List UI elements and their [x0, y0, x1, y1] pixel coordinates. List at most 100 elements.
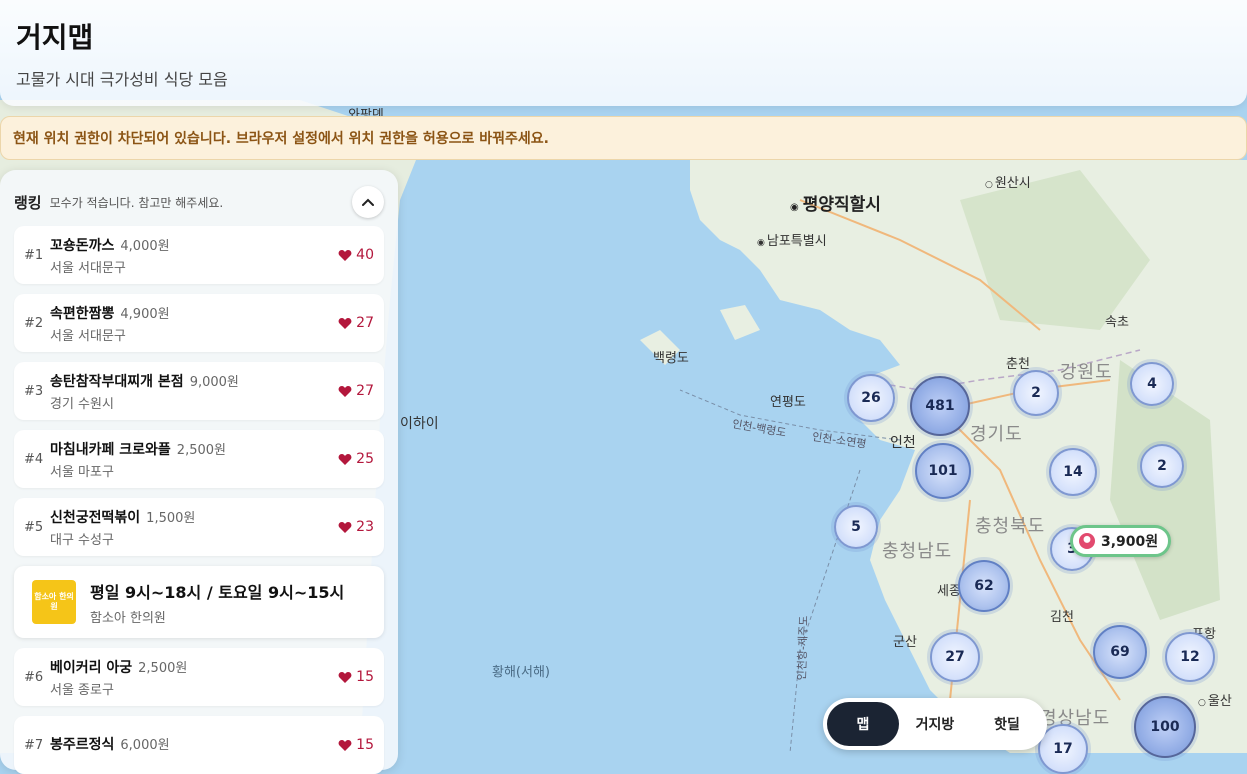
- restaurant-location: 서울 종로구: [50, 682, 114, 698]
- map-label-pyongyang: ◉ 평양직할시: [790, 195, 881, 215]
- restaurant-location: 대구 수성구: [50, 532, 114, 548]
- restaurant-name: 꼬숑돈까스: [50, 237, 115, 254]
- map-label-ulsan: ○ 울산: [1198, 694, 1232, 709]
- rank-number: #1: [24, 247, 44, 263]
- map-cluster[interactable]: 2: [1013, 370, 1059, 416]
- map-cluster[interactable]: 100: [1134, 696, 1196, 758]
- map-cluster[interactable]: 62: [958, 560, 1010, 612]
- rank-number: #6: [24, 669, 44, 685]
- like-count: 15: [338, 737, 374, 753]
- restaurant-name: 송탄참작부대찌개 본점: [50, 373, 184, 390]
- restaurant-icon: [1079, 533, 1095, 549]
- collapse-button[interactable]: [352, 186, 384, 218]
- map-cluster[interactable]: 27: [930, 632, 980, 682]
- app-header: 거지맵 고물가 시대 극가성비 식당 모음: [0, 0, 1247, 106]
- map-cluster[interactable]: 101: [915, 443, 971, 499]
- map-label-sokcho: 속초: [1105, 315, 1129, 330]
- map-label-yellow-sea: 황해(서해): [492, 665, 550, 680]
- map-price-pin[interactable]: 3,900원: [1070, 525, 1172, 557]
- rank-number: #4: [24, 451, 44, 467]
- restaurant-price: 4,000원: [120, 238, 170, 254]
- map-cluster[interactable]: 481: [910, 376, 970, 436]
- map-cluster[interactable]: 4: [1130, 362, 1174, 406]
- restaurant-price: 1,500원: [146, 510, 196, 526]
- ad-subtitle: 함소아 한의원: [90, 610, 166, 626]
- map-label-gangwon: 강원도: [1060, 362, 1113, 383]
- ranking-panel: 랭킹 모수가 적습니다. 참고만 해주세요. #1 꼬숑돈까스 4,000원 서울…: [0, 170, 398, 774]
- map-label-yeonpyeong: 연평도: [770, 395, 806, 410]
- like-count: 23: [338, 519, 374, 535]
- app-subtitle: 고물가 시대 극가성비 식당 모음: [16, 70, 228, 89]
- map-label-baengnyeong: 백령도: [653, 351, 689, 366]
- map-cluster[interactable]: 69: [1093, 625, 1147, 679]
- restaurant-name: 속편한짬뽕: [50, 305, 115, 322]
- map-cluster[interactable]: 26: [847, 374, 895, 422]
- map-label-chungnam: 충청남도: [882, 541, 953, 562]
- ad-logo: 함소아 한의원: [32, 580, 76, 624]
- nav-map[interactable]: 맵: [827, 702, 899, 746]
- app-title: 거지맵: [16, 21, 94, 54]
- map-cluster[interactable]: 12: [1165, 632, 1215, 682]
- rank-number: #5: [24, 519, 44, 535]
- ranking-item[interactable]: #2 속편한짬뽕 4,900원 서울 서대문구 27: [14, 294, 384, 352]
- heart-icon: [338, 739, 352, 751]
- map-price-pin-label: 3,900원: [1101, 534, 1159, 550]
- like-count: 15: [338, 669, 374, 685]
- restaurant-location: 서울 서대문구: [50, 260, 126, 276]
- map-label-route-jeju: 인천항-제주도: [795, 615, 811, 681]
- restaurant-name: 마침내카페 크로와플: [50, 441, 171, 458]
- map-label-chungbuk: 충청북도: [975, 516, 1046, 537]
- ranking-item[interactable]: #1 꼬숑돈까스 4,000원 서울 서대문구 40: [14, 226, 384, 284]
- map-cluster[interactable]: 5: [834, 505, 878, 549]
- like-count: 27: [338, 315, 374, 331]
- restaurant-name: 봉주르정식: [50, 737, 115, 753]
- chevron-up-icon: [362, 198, 374, 206]
- restaurant-price: 2,500원: [138, 660, 188, 676]
- map-cluster[interactable]: 2: [1140, 444, 1184, 488]
- ad-card[interactable]: 함소아 한의원 평일 9시~18시 / 토요일 9시~15시 함소아 한의원: [14, 566, 384, 638]
- heart-icon: [338, 671, 352, 683]
- restaurant-price: 2,500원: [176, 442, 226, 458]
- heart-icon: [338, 249, 352, 261]
- map-label-gimcheon: 김천: [1050, 610, 1074, 625]
- map-label-gunsan: 군산: [893, 635, 917, 650]
- heart-icon: [338, 521, 352, 533]
- restaurant-location: 경기 수원시: [50, 396, 114, 412]
- map-cluster[interactable]: 14: [1049, 448, 1097, 496]
- ranking-note: 모수가 적습니다. 참고만 해주세요.: [49, 195, 224, 210]
- location-permission-banner: 현재 위치 권한이 차단되어 있습니다. 브라우저 설정에서 위치 권한을 허용…: [0, 116, 1247, 160]
- ranking-item[interactable]: #4 마침내카페 크로와플 2,500원 서울 마포구 25: [14, 430, 384, 488]
- map-label-wonsan: ○ 원산시: [985, 176, 1031, 191]
- heart-icon: [338, 385, 352, 397]
- banner-text: 현재 위치 권한이 차단되어 있습니다. 브라우저 설정에서 위치 권한을 허용…: [13, 131, 549, 147]
- ranking-item[interactable]: #5 신천궁전떡볶이 1,500원 대구 수성구 23: [14, 498, 384, 556]
- map-label-nampo: ◉ 남포특별시: [757, 234, 827, 249]
- map-label-incheon: 인천: [890, 435, 916, 451]
- rank-number: #7: [24, 737, 44, 753]
- map-label-gyeonggi: 경기도: [970, 424, 1023, 445]
- restaurant-price: 4,900원: [120, 306, 170, 322]
- nav-room[interactable]: 거지방: [899, 702, 971, 746]
- restaurant-location: 서울 서대문구: [50, 328, 126, 344]
- like-count: 25: [338, 451, 374, 467]
- rank-number: #3: [24, 383, 44, 399]
- ranking-item[interactable]: #6 베이커리 아궁 2,500원 서울 종로구 15: [14, 648, 384, 706]
- like-count: 40: [338, 247, 374, 263]
- restaurant-location: 서울 마포구: [50, 464, 114, 480]
- restaurant-price: 9,000원: [189, 374, 239, 390]
- restaurant-name: 신천궁전떡볶이: [50, 509, 141, 526]
- heart-icon: [338, 453, 352, 465]
- ranking-item[interactable]: #7 봉주르정식 6,000원 15: [14, 716, 384, 774]
- map-label-chuncheon: 춘천: [1006, 357, 1030, 372]
- ranking-title: 랭킹: [14, 193, 42, 212]
- bottom-nav: 맵 거지방 핫딜: [823, 698, 1047, 750]
- restaurant-name: 베이커리 아궁: [50, 659, 133, 676]
- nav-hot-deal[interactable]: 핫딜: [971, 702, 1043, 746]
- ranking-panel-header: 랭킹 모수가 적습니다. 참고만 해주세요.: [14, 184, 384, 220]
- heart-icon: [338, 317, 352, 329]
- restaurant-price: 6,000원: [120, 738, 170, 753]
- rank-number: #2: [24, 315, 44, 331]
- ad-title: 평일 9시~18시 / 토요일 9시~15시: [90, 582, 345, 602]
- ranking-item[interactable]: #3 송탄참작부대찌개 본점 9,000원 경기 수원시 27: [14, 362, 384, 420]
- like-count: 27: [338, 383, 374, 399]
